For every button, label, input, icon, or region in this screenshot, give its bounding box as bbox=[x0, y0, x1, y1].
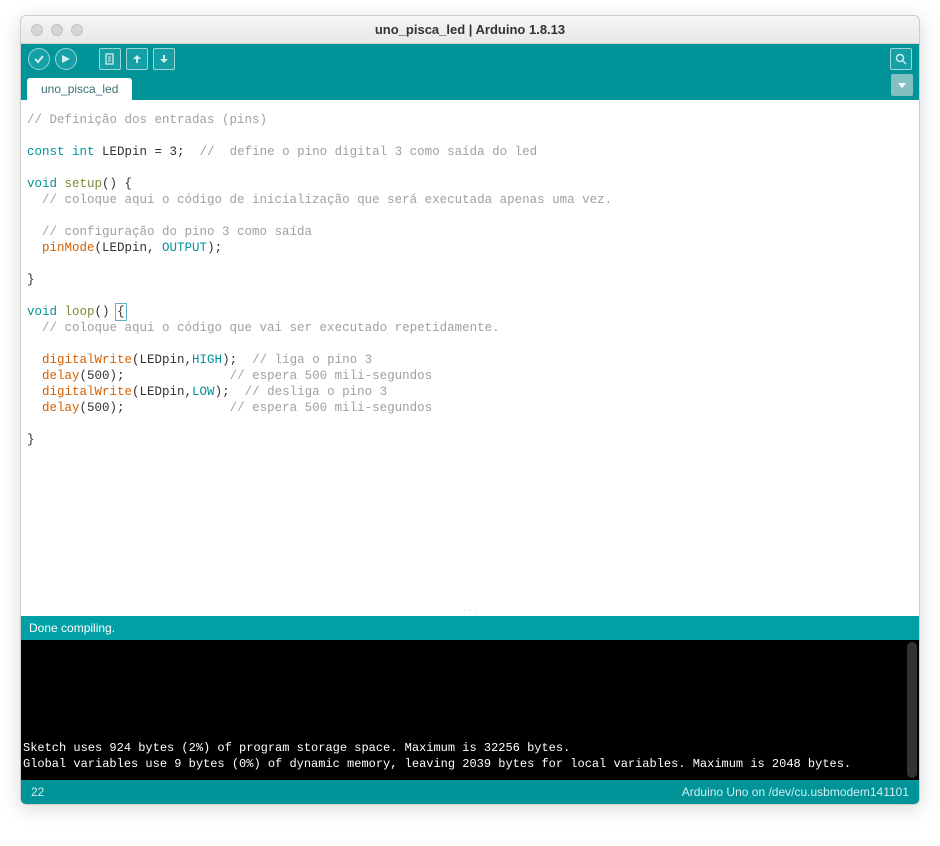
verify-button[interactable] bbox=[27, 47, 51, 71]
tab-menu-button[interactable] bbox=[891, 74, 913, 96]
footer-bar: 22 Arduino Uno on /dev/cu.usbmodem141101 bbox=[21, 780, 919, 804]
code-editor[interactable]: // Definição dos entradas (pins) const i… bbox=[21, 100, 919, 604]
pane-resize-handle[interactable]: · · · bbox=[21, 604, 919, 616]
minimize-window-button[interactable] bbox=[51, 24, 63, 36]
status-message: Done compiling. bbox=[29, 621, 115, 635]
tab-sketch[interactable]: uno_pisca_led bbox=[27, 78, 132, 100]
arduino-ide-window: uno_pisca_led | Arduino 1.8.13 bbox=[20, 15, 920, 805]
board-info: Arduino Uno on /dev/cu.usbmodem141101 bbox=[682, 785, 909, 799]
upload-button[interactable] bbox=[54, 47, 78, 71]
open-sketch-button[interactable] bbox=[125, 47, 149, 71]
window-title: uno_pisca_led | Arduino 1.8.13 bbox=[21, 22, 919, 37]
close-window-button[interactable] bbox=[31, 24, 43, 36]
new-sketch-button[interactable] bbox=[98, 47, 122, 71]
serial-monitor-button[interactable] bbox=[889, 47, 913, 71]
status-bar: Done compiling. bbox=[21, 616, 919, 640]
tab-row: uno_pisca_led bbox=[21, 74, 919, 100]
maximize-window-button[interactable] bbox=[71, 24, 83, 36]
tab-label: uno_pisca_led bbox=[41, 82, 118, 96]
window-controls bbox=[31, 24, 83, 36]
toolbar bbox=[21, 44, 919, 74]
console-scrollbar[interactable] bbox=[907, 642, 917, 778]
line-number: 22 bbox=[31, 785, 44, 799]
save-sketch-button[interactable] bbox=[152, 47, 176, 71]
console-output[interactable]: Sketch uses 924 bytes (2%) of program st… bbox=[21, 640, 919, 780]
titlebar[interactable]: uno_pisca_led | Arduino 1.8.13 bbox=[21, 16, 919, 44]
